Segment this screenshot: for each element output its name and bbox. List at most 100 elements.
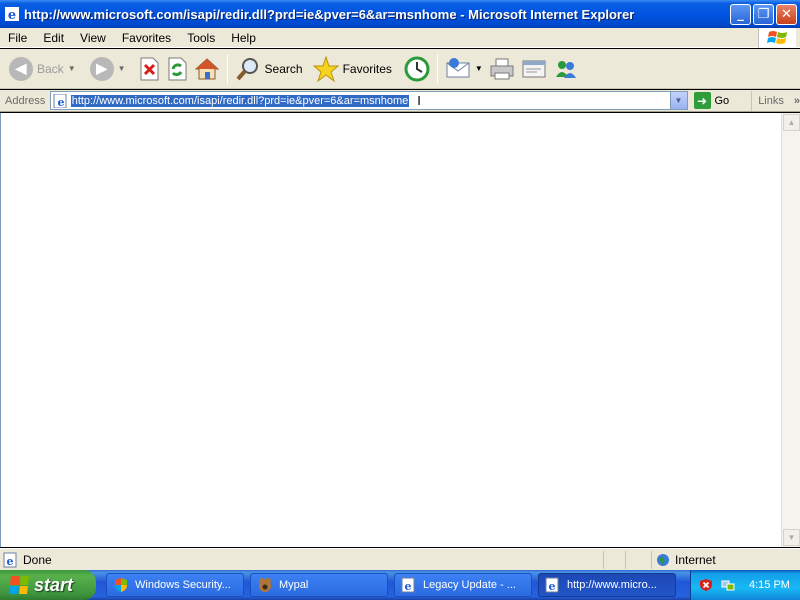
minimize-button[interactable]: _	[730, 3, 751, 25]
close-icon: ✕	[781, 6, 792, 22]
scroll-down-button[interactable]: ▼	[783, 529, 800, 546]
standard-toolbar: ◀ Back ▼ ▶ ▼ Search Favorites ▼	[0, 49, 800, 89]
menu-favorites[interactable]: Favorites	[114, 31, 179, 45]
title-bar[interactable]: e http://www.microsoft.com/isapi/redir.d…	[0, 0, 800, 28]
task-label: Legacy Update - ...	[423, 579, 516, 591]
address-input[interactable]: e http://www.microsoft.com/isapi/redir.d…	[49, 91, 688, 110]
svg-text:e: e	[57, 96, 64, 108]
search-button[interactable]: Search	[232, 51, 306, 87]
stop-icon	[140, 57, 159, 80]
messenger-button[interactable]	[550, 51, 582, 87]
chevron-right-icon[interactable]: »	[794, 95, 800, 107]
taskbar-item-legacy-update[interactable]: e Legacy Update - ...	[394, 573, 532, 597]
ie-page-icon: e	[3, 552, 17, 568]
taskbar-item-ie-active[interactable]: e http://www.micro...	[538, 573, 676, 597]
taskbar: start Windows Security... Mypal e Legacy…	[0, 570, 800, 600]
edit-button[interactable]	[518, 51, 550, 87]
zone-text: Internet	[675, 552, 716, 567]
task-label: Windows Security...	[135, 579, 231, 591]
mail-button[interactable]: ▼	[442, 51, 486, 87]
close-button[interactable]: ✕	[776, 3, 797, 25]
go-label: Go	[714, 94, 730, 107]
refresh-button[interactable]	[163, 51, 191, 87]
minimize-icon: _	[737, 6, 744, 22]
search-icon	[236, 57, 258, 80]
history-icon	[404, 56, 430, 81]
menu-tools[interactable]: Tools	[179, 31, 223, 45]
history-button[interactable]	[401, 51, 433, 87]
go-button[interactable]: ➜ Go	[693, 92, 730, 109]
back-dropdown-icon[interactable]: ▼	[68, 64, 76, 73]
home-icon	[194, 57, 219, 79]
text-cursor-icon: I	[417, 92, 421, 108]
menu-view[interactable]: View	[72, 31, 114, 45]
search-label: Search	[264, 61, 303, 76]
security-alert-icon[interactable]	[699, 578, 713, 592]
maximize-icon: ❐	[757, 6, 770, 22]
toolbar-separator	[226, 53, 228, 84]
favorites-button[interactable]: Favorites	[310, 51, 395, 87]
status-bar: e Done Internet	[0, 548, 800, 570]
menu-help[interactable]: Help	[223, 31, 264, 45]
ie-page-icon: e	[545, 577, 559, 593]
chevron-down-icon: ▼	[787, 533, 796, 542]
window-title: http://www.microsoft.com/isapi/redir.dll…	[24, 6, 635, 22]
stop-button[interactable]	[135, 51, 163, 87]
messenger-icon	[555, 60, 576, 78]
task-label: http://www.micro...	[567, 579, 657, 591]
page-content[interactable]	[0, 113, 781, 547]
menu-bar: File Edit View Favorites Tools Help	[0, 28, 800, 48]
back-label: Back	[37, 61, 64, 76]
scroll-up-button[interactable]: ▲	[783, 114, 800, 131]
forward-arrow-icon: ▶	[89, 56, 114, 81]
windows-flag-icon	[9, 576, 29, 594]
status-text: Done	[23, 552, 52, 567]
address-bar: Address e http://www.microsoft.com/isapi…	[0, 90, 800, 112]
home-button[interactable]	[191, 51, 223, 87]
ie-logo-icon: e	[4, 6, 20, 23]
start-button[interactable]: start	[0, 570, 96, 600]
address-url-text[interactable]: http://www.microsoft.com/isapi/redir.dll…	[70, 94, 410, 107]
status-zone: Internet	[651, 550, 716, 569]
taskbar-item-windows-security[interactable]: Windows Security...	[106, 573, 244, 597]
links-label: Links	[758, 94, 784, 107]
maximize-button[interactable]: ❐	[753, 3, 774, 25]
links-toolbar[interactable]: Links »	[751, 90, 800, 111]
printer-icon	[490, 58, 514, 79]
svg-text:e: e	[7, 555, 14, 568]
svg-text:e: e	[8, 8, 16, 22]
mail-icon	[446, 57, 470, 77]
back-button[interactable]: ◀ Back ▼	[6, 51, 79, 87]
forward-button[interactable]: ▶ ▼	[87, 51, 129, 87]
svg-text:e: e	[405, 580, 412, 593]
address-label: Address	[5, 94, 46, 107]
svg-text:e: e	[549, 580, 556, 593]
star-icon	[312, 55, 339, 82]
back-arrow-icon: ◀	[9, 56, 33, 81]
mypal-icon	[259, 578, 271, 592]
system-tray: 4:15 PM	[690, 570, 800, 600]
task-label: Mypal	[279, 579, 309, 591]
status-cell	[603, 550, 625, 569]
start-label: start	[34, 574, 74, 595]
print-button[interactable]	[486, 51, 518, 87]
menu-edit[interactable]: Edit	[35, 31, 72, 45]
status-cell	[625, 550, 647, 569]
ie-page-icon: e	[53, 93, 67, 108]
clock[interactable]: 4:15 PM	[749, 579, 790, 591]
ie-page-icon: e	[401, 577, 415, 593]
toolbar-separator	[436, 53, 438, 84]
menu-file[interactable]: File	[0, 31, 35, 45]
vertical-scrollbar[interactable]: ▲ ▼	[781, 113, 800, 547]
chevron-down-icon: ▼	[674, 96, 683, 105]
network-icon[interactable]	[721, 578, 735, 592]
forward-dropdown-icon[interactable]: ▼	[118, 64, 126, 73]
chevron-up-icon: ▲	[787, 118, 796, 127]
refresh-icon	[168, 57, 187, 80]
mail-dropdown-icon[interactable]: ▼	[475, 64, 483, 73]
taskbar-item-mypal[interactable]: Mypal	[250, 573, 388, 597]
windows-flag-icon	[758, 28, 796, 48]
address-dropdown-button[interactable]: ▼	[669, 92, 687, 109]
globe-icon	[657, 553, 669, 566]
status-done: e Done	[3, 552, 603, 568]
